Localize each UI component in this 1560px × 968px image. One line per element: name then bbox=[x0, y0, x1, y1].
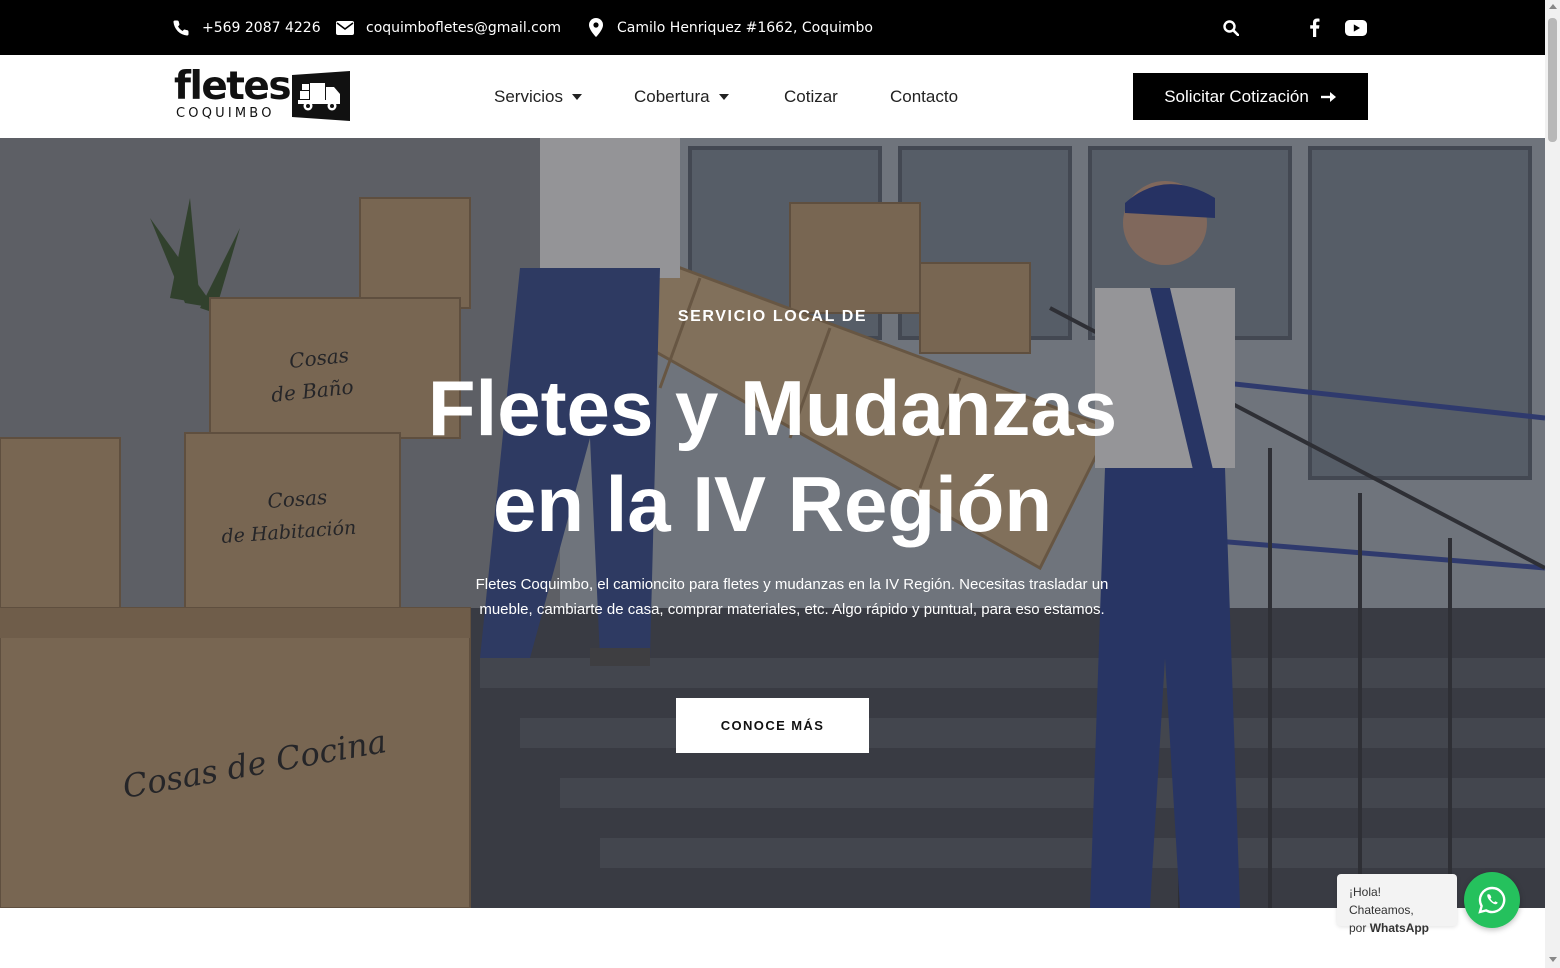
hero-title-line-2: en la IV Región bbox=[492, 460, 1053, 548]
hero-eyebrow: SERVICIO LOCAL DE bbox=[677, 308, 868, 325]
whatsapp-button[interactable] bbox=[1464, 872, 1520, 928]
whatsapp-bubble-prefix: por bbox=[1349, 921, 1367, 935]
hero-section: Cosas de Baño Cosas de Habitación Cosas … bbox=[0, 138, 1545, 908]
scroll-up-arrow-icon[interactable] bbox=[1549, 4, 1557, 9]
topbar-address[interactable]: Camilo Henriquez #1662, Coquimbo bbox=[589, 0, 873, 55]
whatsapp-bubble-brand: WhatsApp bbox=[1369, 921, 1430, 935]
chevron-down-icon bbox=[571, 93, 582, 100]
nav-contacto[interactable]: Contacto bbox=[890, 55, 958, 138]
scroll-down-arrow-icon[interactable] bbox=[1549, 957, 1557, 962]
youtube-link[interactable] bbox=[1344, 0, 1368, 55]
email-text: coquimbofletes@gmail.com bbox=[366, 19, 562, 36]
site-logo[interactable]: fletes COQUIMBO bbox=[174, 67, 352, 123]
hero-description: Fletes Coquimbo, el camioncito para flet… bbox=[475, 576, 1109, 618]
whatsapp-bubble-line-1: ¡Hola! Chateamos, bbox=[1349, 885, 1414, 917]
learn-more-button[interactable]: CONOCE MÁS bbox=[676, 698, 869, 753]
phone-icon bbox=[173, 19, 189, 36]
map-pin-icon bbox=[589, 18, 603, 37]
arrow-right-icon bbox=[1320, 91, 1336, 102]
nav-servicios[interactable]: Servicios bbox=[494, 55, 582, 138]
chevron-down-icon bbox=[718, 93, 729, 100]
facebook-link[interactable] bbox=[1304, 0, 1324, 55]
whatsapp-chat-bubble[interactable]: ¡Hola! Chateamos, por WhatsApp bbox=[1337, 874, 1457, 935]
address-text: Camilo Henriquez #1662, Coquimbo bbox=[617, 19, 873, 36]
search-icon bbox=[1223, 19, 1239, 36]
main-header: fletes COQUIMBO Servicios Cobertura Coti… bbox=[0, 55, 1545, 138]
search-button[interactable] bbox=[1220, 0, 1242, 55]
whatsapp-bubble-line-2: por WhatsApp bbox=[1349, 919, 1445, 937]
top-info-bar: +569 2087 4226 coquimbofletes@gmail.com … bbox=[0, 0, 1545, 55]
nav-cobertura[interactable]: Cobertura bbox=[634, 55, 729, 138]
phone-text: +569 2087 4226 bbox=[202, 19, 321, 36]
hero-title: Fletes y Mudanzas en la IV Región bbox=[0, 360, 1545, 552]
truck-icon bbox=[292, 71, 350, 121]
scrollbar-thumb[interactable] bbox=[1548, 18, 1557, 142]
request-quote-button[interactable]: Solicitar Cotización bbox=[1133, 73, 1368, 120]
facebook-icon bbox=[1309, 18, 1319, 37]
topbar-phone[interactable]: +569 2087 4226 bbox=[172, 0, 321, 55]
whatsapp-icon bbox=[1478, 886, 1506, 914]
nav-servicios-label: Servicios bbox=[494, 86, 563, 106]
hero-title-line-1: Fletes y Mudanzas bbox=[427, 364, 1118, 452]
request-quote-label: Solicitar Cotización bbox=[1164, 86, 1309, 106]
youtube-icon bbox=[1345, 19, 1367, 36]
page-scrollbar[interactable] bbox=[1545, 0, 1560, 968]
nav-cotizar-label: Cotizar bbox=[784, 86, 838, 106]
topbar-email[interactable]: coquimbofletes@gmail.com bbox=[336, 0, 561, 55]
logo-sub-text: COQUIMBO bbox=[176, 106, 275, 121]
nav-contacto-label: Contacto bbox=[890, 86, 959, 106]
envelope-icon bbox=[336, 20, 354, 35]
logo-main-text: fletes bbox=[174, 64, 292, 109]
nav-cobertura-label: Cobertura bbox=[634, 86, 710, 106]
nav-cotizar[interactable]: Cotizar bbox=[784, 55, 838, 138]
